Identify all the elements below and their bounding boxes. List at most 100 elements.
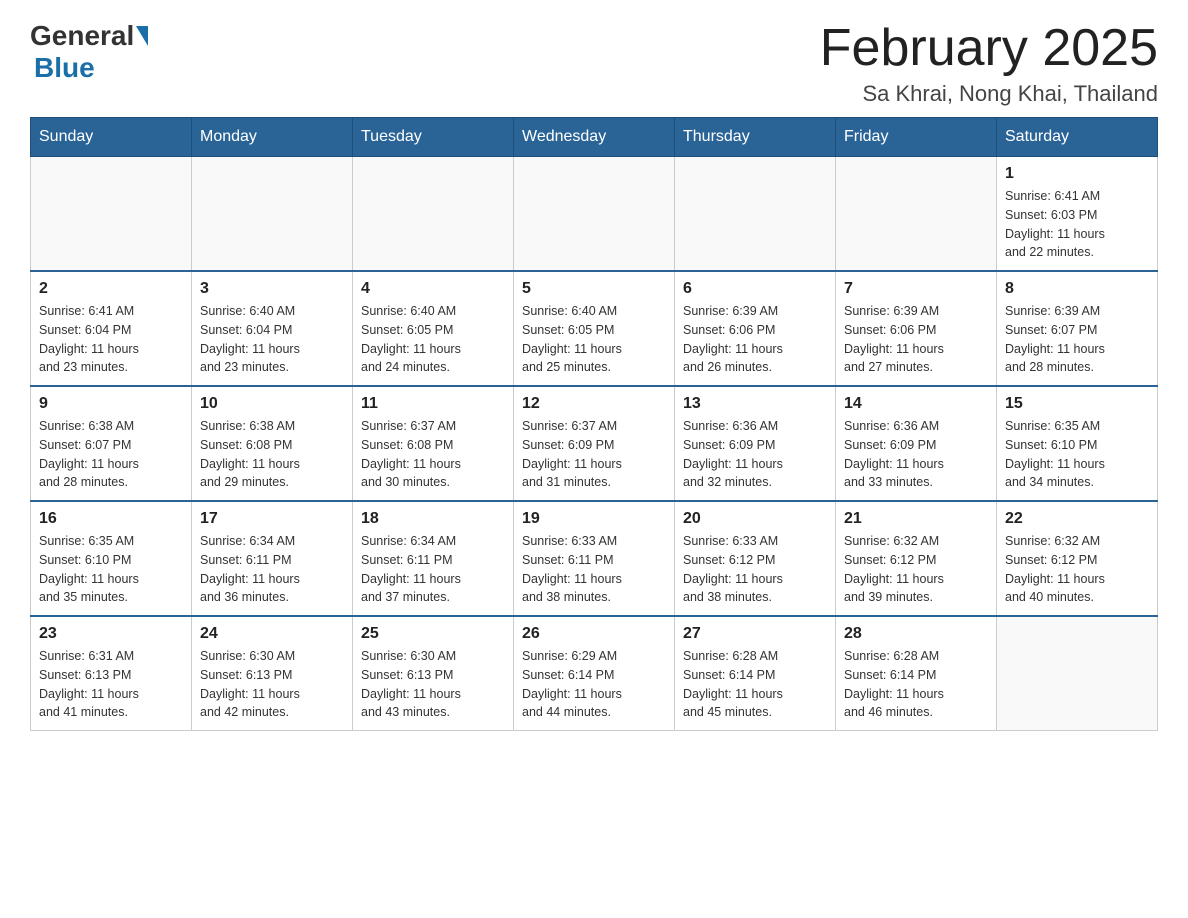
calendar-cell: 5Sunrise: 6:40 AM Sunset: 6:05 PM Daylig… [514, 271, 675, 386]
calendar-week-row: 2 Sunrise: 6:41 AM Sunset: 6:04 PM Daylig… [31, 271, 1158, 386]
day-number: 12 [522, 395, 666, 413]
calendar-cell: 26 Sunrise: 6:29 AM Sunset: 6:14 PM Dayli… [514, 616, 675, 731]
calendar-cell [997, 616, 1158, 731]
day-number: 11 [361, 395, 505, 413]
calendar-cell: 14 Sunrise: 6:36 AM Sunset: 6:09 PM Dayli… [836, 386, 997, 501]
calendar-week-row: 9Sunrise: 6:38 AM Sunset: 6:07 PM Daylig… [31, 386, 1158, 501]
weekday-header-wednesday: Wednesday [514, 118, 675, 157]
day-number: 23 [39, 625, 183, 643]
logo-general-text: General [30, 20, 134, 52]
day-info: Sunrise: 6:35 AM Sunset: 6:10 PM Dayligh… [1005, 417, 1149, 492]
calendar-week-row: 1Sunrise: 6:41 AM Sunset: 6:03 PM Daylig… [31, 157, 1158, 272]
day-number: 10 [200, 395, 344, 413]
weekday-header-friday: Friday [836, 118, 997, 157]
calendar-cell [514, 157, 675, 272]
calendar-cell [192, 157, 353, 272]
day-number: 13 [683, 395, 827, 413]
day-number: 7 [844, 280, 988, 298]
day-info: Sunrise: 6:40 AM Sunset: 6:05 PM Dayligh… [361, 302, 505, 377]
day-info: Sunrise: 6:36 AM Sunset: 6:09 PM Dayligh… [844, 417, 988, 492]
logo: General Blue [30, 20, 150, 84]
weekday-header-row: SundayMondayTuesdayWednesdayThursdayFrid… [31, 118, 1158, 157]
day-info: Sunrise: 6:39 AM Sunset: 6:06 PM Dayligh… [683, 302, 827, 377]
day-info: Sunrise: 6:28 AM Sunset: 6:14 PM Dayligh… [683, 647, 827, 722]
day-number: 20 [683, 510, 827, 528]
calendar-cell: 24 Sunrise: 6:30 AM Sunset: 6:13 PM Dayli… [192, 616, 353, 731]
day-info: Sunrise: 6:34 AM Sunset: 6:11 PM Dayligh… [361, 532, 505, 607]
day-info: Sunrise: 6:32 AM Sunset: 6:12 PM Dayligh… [844, 532, 988, 607]
calendar-week-row: 16 Sunrise: 6:35 AM Sunset: 6:10 PM Dayli… [31, 501, 1158, 616]
calendar-subtitle: Sa Khrai, Nong Khai, Thailand [820, 81, 1158, 107]
day-number: 6 [683, 280, 827, 298]
day-info: Sunrise: 6:36 AM Sunset: 6:09 PM Dayligh… [683, 417, 827, 492]
calendar-cell [836, 157, 997, 272]
day-number: 9 [39, 395, 183, 413]
weekday-header-sunday: Sunday [31, 118, 192, 157]
calendar-week-row: 23 Sunrise: 6:31 AM Sunset: 6:13 PM Dayli… [31, 616, 1158, 731]
day-info: Sunrise: 6:31 AM Sunset: 6:13 PM Dayligh… [39, 647, 183, 722]
logo-arrow-icon [136, 26, 148, 46]
calendar-cell: 6 Sunrise: 6:39 AM Sunset: 6:06 PM Daylig… [675, 271, 836, 386]
title-block: February 2025 Sa Khrai, Nong Khai, Thail… [820, 20, 1158, 107]
day-info: Sunrise: 6:28 AM Sunset: 6:14 PM Dayligh… [844, 647, 988, 722]
day-number: 28 [844, 625, 988, 643]
day-number: 17 [200, 510, 344, 528]
day-info: Sunrise: 6:37 AM Sunset: 6:09 PM Dayligh… [522, 417, 666, 492]
day-info: Sunrise: 6:39 AM Sunset: 6:06 PM Dayligh… [844, 302, 988, 377]
calendar-cell: 8Sunrise: 6:39 AM Sunset: 6:07 PM Daylig… [997, 271, 1158, 386]
day-info: Sunrise: 6:29 AM Sunset: 6:14 PM Dayligh… [522, 647, 666, 722]
weekday-header-monday: Monday [192, 118, 353, 157]
day-number: 5 [522, 280, 666, 298]
day-number: 19 [522, 510, 666, 528]
calendar-cell: 20 Sunrise: 6:33 AM Sunset: 6:12 PM Dayli… [675, 501, 836, 616]
calendar-cell [675, 157, 836, 272]
calendar-cell: 25 Sunrise: 6:30 AM Sunset: 6:13 PM Dayli… [353, 616, 514, 731]
day-number: 2 [39, 280, 183, 298]
page-header: General Blue February 2025 Sa Khrai, Non… [30, 20, 1158, 107]
day-number: 1 [1005, 165, 1149, 183]
day-number: 25 [361, 625, 505, 643]
weekday-header-thursday: Thursday [675, 118, 836, 157]
calendar-cell: 21 Sunrise: 6:32 AM Sunset: 6:12 PM Dayli… [836, 501, 997, 616]
weekday-header-saturday: Saturday [997, 118, 1158, 157]
calendar-cell: 16 Sunrise: 6:35 AM Sunset: 6:10 PM Dayli… [31, 501, 192, 616]
day-info: Sunrise: 6:35 AM Sunset: 6:10 PM Dayligh… [39, 532, 183, 607]
day-number: 15 [1005, 395, 1149, 413]
calendar-cell [31, 157, 192, 272]
calendar-cell: 7 Sunrise: 6:39 AM Sunset: 6:06 PM Daylig… [836, 271, 997, 386]
day-info: Sunrise: 6:38 AM Sunset: 6:08 PM Dayligh… [200, 417, 344, 492]
day-info: Sunrise: 6:32 AM Sunset: 6:12 PM Dayligh… [1005, 532, 1149, 607]
day-number: 16 [39, 510, 183, 528]
calendar-cell: 3Sunrise: 6:40 AM Sunset: 6:04 PM Daylig… [192, 271, 353, 386]
calendar-cell: 4Sunrise: 6:40 AM Sunset: 6:05 PM Daylig… [353, 271, 514, 386]
calendar-cell: 11 Sunrise: 6:37 AM Sunset: 6:08 PM Dayli… [353, 386, 514, 501]
calendar-cell: 9Sunrise: 6:38 AM Sunset: 6:07 PM Daylig… [31, 386, 192, 501]
calendar-cell: 19 Sunrise: 6:33 AM Sunset: 6:11 PM Dayli… [514, 501, 675, 616]
calendar-cell [353, 157, 514, 272]
calendar-cell: 10 Sunrise: 6:38 AM Sunset: 6:08 PM Dayli… [192, 386, 353, 501]
day-info: Sunrise: 6:30 AM Sunset: 6:13 PM Dayligh… [361, 647, 505, 722]
day-info: Sunrise: 6:30 AM Sunset: 6:13 PM Dayligh… [200, 647, 344, 722]
day-number: 22 [1005, 510, 1149, 528]
day-number: 21 [844, 510, 988, 528]
calendar-cell: 13 Sunrise: 6:36 AM Sunset: 6:09 PM Dayli… [675, 386, 836, 501]
calendar-cell: 18 Sunrise: 6:34 AM Sunset: 6:11 PM Dayli… [353, 501, 514, 616]
day-number: 14 [844, 395, 988, 413]
calendar-cell: 17 Sunrise: 6:34 AM Sunset: 6:11 PM Dayli… [192, 501, 353, 616]
day-number: 18 [361, 510, 505, 528]
day-info: Sunrise: 6:40 AM Sunset: 6:04 PM Dayligh… [200, 302, 344, 377]
day-info: Sunrise: 6:41 AM Sunset: 6:04 PM Dayligh… [39, 302, 183, 377]
day-info: Sunrise: 6:33 AM Sunset: 6:11 PM Dayligh… [522, 532, 666, 607]
calendar-cell: 12 Sunrise: 6:37 AM Sunset: 6:09 PM Dayli… [514, 386, 675, 501]
day-info: Sunrise: 6:33 AM Sunset: 6:12 PM Dayligh… [683, 532, 827, 607]
calendar-cell: 28 Sunrise: 6:28 AM Sunset: 6:14 PM Dayli… [836, 616, 997, 731]
calendar-cell: 15 Sunrise: 6:35 AM Sunset: 6:10 PM Dayli… [997, 386, 1158, 501]
day-number: 8 [1005, 280, 1149, 298]
logo-blue-text: Blue [34, 52, 95, 83]
day-info: Sunrise: 6:37 AM Sunset: 6:08 PM Dayligh… [361, 417, 505, 492]
calendar-title: February 2025 [820, 20, 1158, 77]
calendar-cell: 23 Sunrise: 6:31 AM Sunset: 6:13 PM Dayli… [31, 616, 192, 731]
day-info: Sunrise: 6:34 AM Sunset: 6:11 PM Dayligh… [200, 532, 344, 607]
day-number: 24 [200, 625, 344, 643]
day-number: 26 [522, 625, 666, 643]
